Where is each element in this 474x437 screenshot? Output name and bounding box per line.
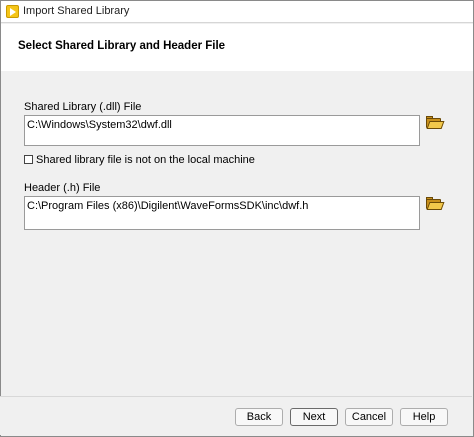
shared-library-path-field[interactable]: C:\Windows\System32\dwf.dll [24,115,420,146]
page-heading: Select Shared Library and Header File [18,40,226,52]
labview-app-icon [6,5,19,18]
shared-library-label: Shared Library (.dll) File [24,101,142,113]
not-local-machine-checkbox[interactable] [24,155,33,164]
header-file-path-field[interactable]: C:\Program Files (x86)\Digilent\WaveForm… [24,196,420,230]
shared-library-browse-button[interactable] [425,115,445,131]
next-button[interactable]: Next [290,408,338,426]
cancel-button[interactable]: Cancel [345,408,393,426]
header-file-browse-button[interactable] [425,196,445,212]
not-local-machine-label[interactable]: Shared library file is not on the local … [36,154,255,166]
window-title: Import Shared Library [23,5,130,17]
header-file-label: Header (.h) File [24,182,101,194]
help-button[interactable]: Help [400,408,448,426]
back-button[interactable]: Back [235,408,283,426]
title-bar: Import Shared Library [1,1,473,23]
